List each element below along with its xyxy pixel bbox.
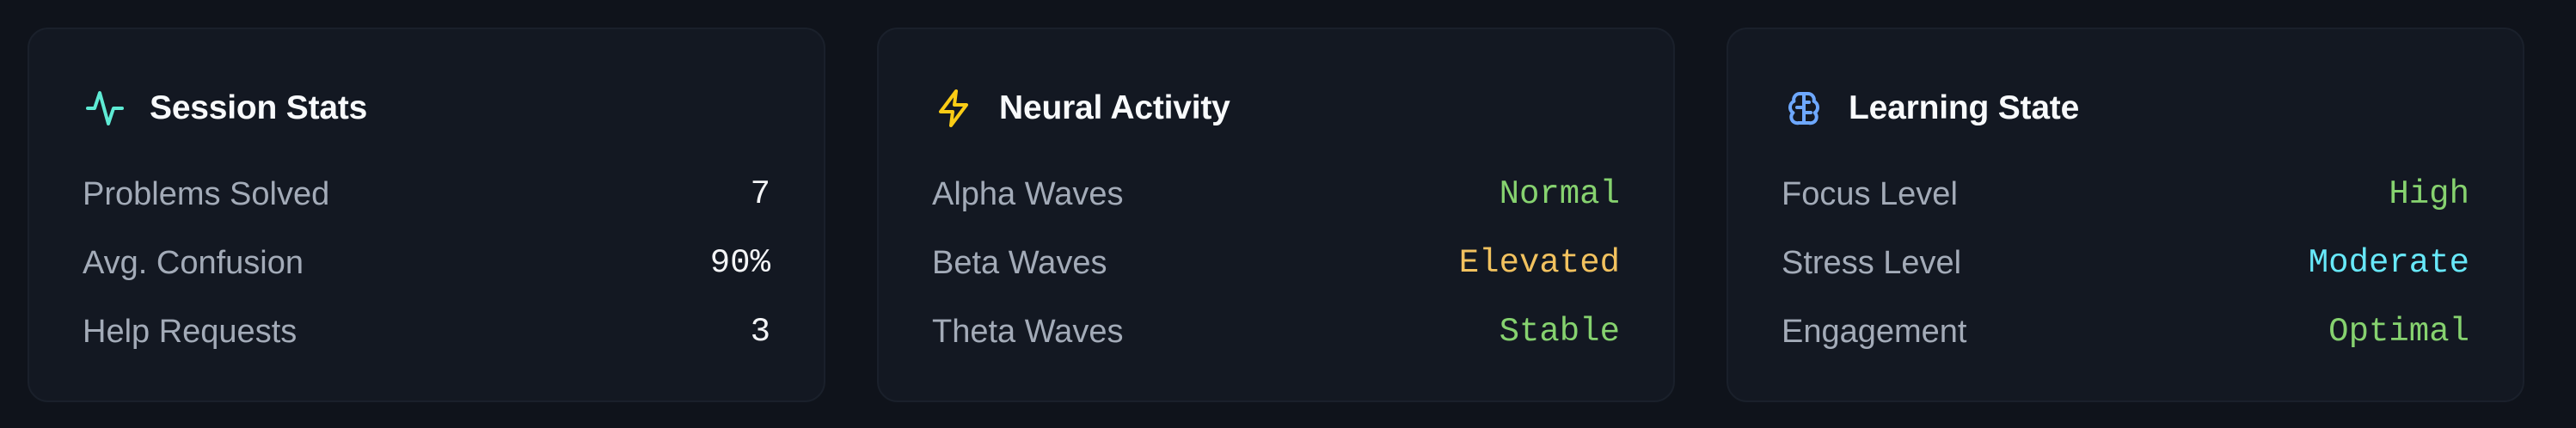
stat-value: High: [2389, 175, 2469, 213]
stat-label: Help Requests: [83, 313, 297, 350]
stat-value: Normal: [1499, 175, 1620, 213]
stat-row-stress-level: Stress Level Moderate: [1782, 229, 2469, 297]
stat-label: Theta Waves: [932, 313, 1124, 350]
card-header: Learning State: [1782, 83, 2469, 134]
stat-label: Problems Solved: [83, 175, 330, 212]
stat-row-alpha-waves: Alpha Waves Normal: [932, 160, 1620, 229]
activity-icon: [83, 86, 127, 131]
lightning-icon: [932, 86, 977, 131]
stat-row-avg-confusion: Avg. Confusion 90%: [83, 229, 770, 297]
stat-value: Elevated: [1458, 244, 1620, 282]
brain-icon: [1782, 86, 1826, 131]
stat-row-focus-level: Focus Level High: [1782, 160, 2469, 229]
stat-label: Alpha Waves: [932, 175, 1124, 212]
stat-value: 3: [750, 313, 770, 351]
card-title: Session Stats: [150, 89, 368, 126]
stat-row-help-requests: Help Requests 3: [83, 297, 770, 366]
card-header: Session Stats: [83, 83, 770, 134]
stat-row-beta-waves: Beta Waves Elevated: [932, 229, 1620, 297]
neural-activity-card: Neural Activity Alpha Waves Normal Beta …: [877, 28, 1675, 402]
learning-state-card: Learning State Focus Level High Stress L…: [1727, 28, 2524, 402]
card-title: Learning State: [1849, 89, 2080, 126]
stat-row-theta-waves: Theta Waves Stable: [932, 297, 1620, 366]
stat-label: Focus Level: [1782, 175, 1958, 212]
stat-label: Stress Level: [1782, 244, 1962, 281]
stat-value: 7: [750, 175, 770, 213]
session-stats-card: Session Stats Problems Solved 7 Avg. Con…: [28, 28, 825, 402]
stats-cards: Session Stats Problems Solved 7 Avg. Con…: [28, 28, 2548, 402]
stat-label: Engagement: [1782, 313, 1967, 350]
stat-label: Beta Waves: [932, 244, 1107, 281]
card-header: Neural Activity: [932, 83, 1620, 134]
stat-value: 90%: [709, 244, 770, 282]
stat-value: Optimal: [2328, 313, 2469, 351]
stat-value: Stable: [1499, 313, 1620, 351]
stat-row-engagement: Engagement Optimal: [1782, 297, 2469, 366]
card-title: Neural Activity: [999, 89, 1230, 126]
stat-value: Moderate: [2308, 244, 2469, 282]
stat-label: Avg. Confusion: [83, 244, 304, 281]
stat-row-problems-solved: Problems Solved 7: [83, 160, 770, 229]
